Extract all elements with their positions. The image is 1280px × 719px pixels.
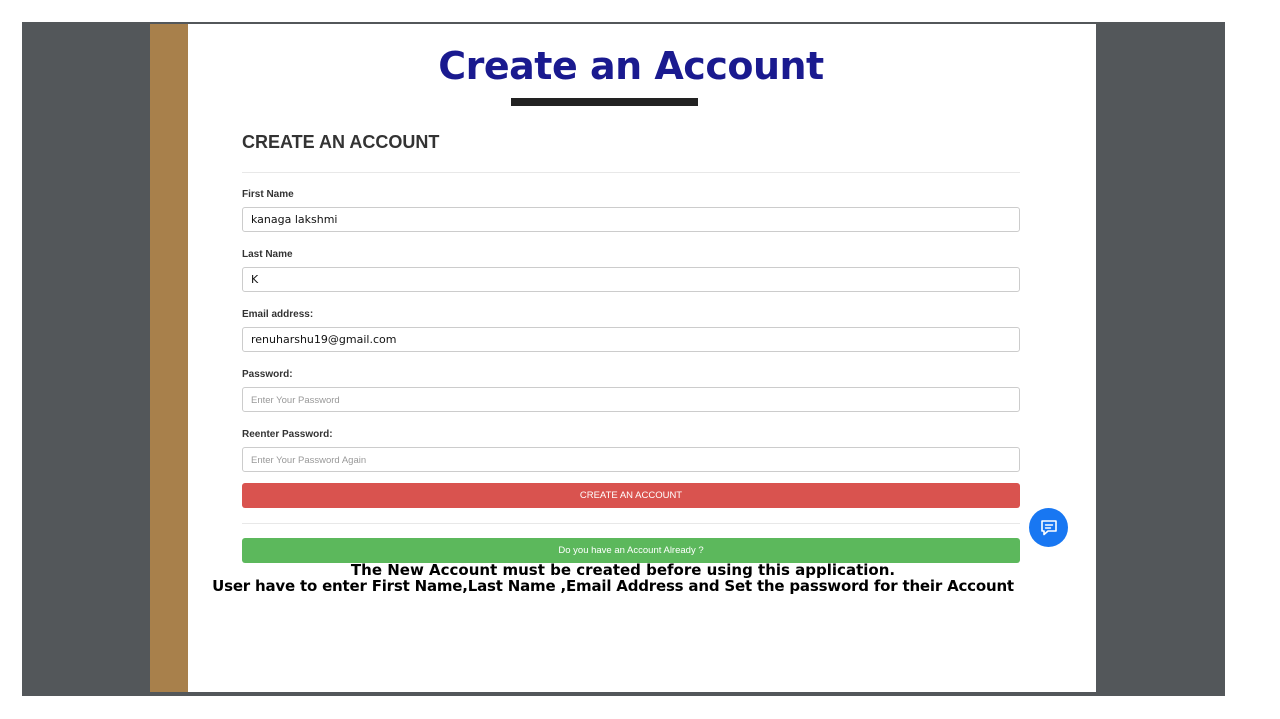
password-label: Password: xyxy=(242,369,293,380)
last-name-label: Last Name xyxy=(242,249,293,260)
create-account-form: CREATE AN ACCOUNT First Name Last Name E… xyxy=(242,124,1020,563)
slide: Create an Account CREATE AN ACCOUNT Firs… xyxy=(150,24,1096,692)
form-heading: CREATE AN ACCOUNT xyxy=(242,132,440,152)
slide-caption: The New Account must be created before u… xyxy=(150,562,1096,594)
caption-line-2: User have to enter First Name,Last Name … xyxy=(212,577,1014,595)
title-underline xyxy=(511,98,698,106)
form-divider xyxy=(242,172,1020,173)
create-account-button[interactable]: CREATE AN ACCOUNT xyxy=(242,483,1020,508)
slide-title: Create an Account xyxy=(438,44,824,88)
reenter-password-input[interactable] xyxy=(242,447,1020,472)
reenter-password-label: Reenter Password: xyxy=(242,429,333,440)
email-label: Email address: xyxy=(242,309,314,320)
form-divider-bottom xyxy=(242,523,1020,524)
last-name-input[interactable] xyxy=(242,267,1020,292)
have-account-button[interactable]: Do you have an Account Already ? xyxy=(242,538,1020,563)
chat-bubble-icon xyxy=(1040,519,1057,535)
first-name-input[interactable] xyxy=(242,207,1020,232)
email-input[interactable] xyxy=(242,327,1020,352)
caption-line-1: The New Account must be created before u… xyxy=(350,561,896,579)
first-name-label: First Name xyxy=(242,189,294,200)
chat-button[interactable] xyxy=(1029,508,1068,547)
password-input[interactable] xyxy=(242,387,1020,412)
